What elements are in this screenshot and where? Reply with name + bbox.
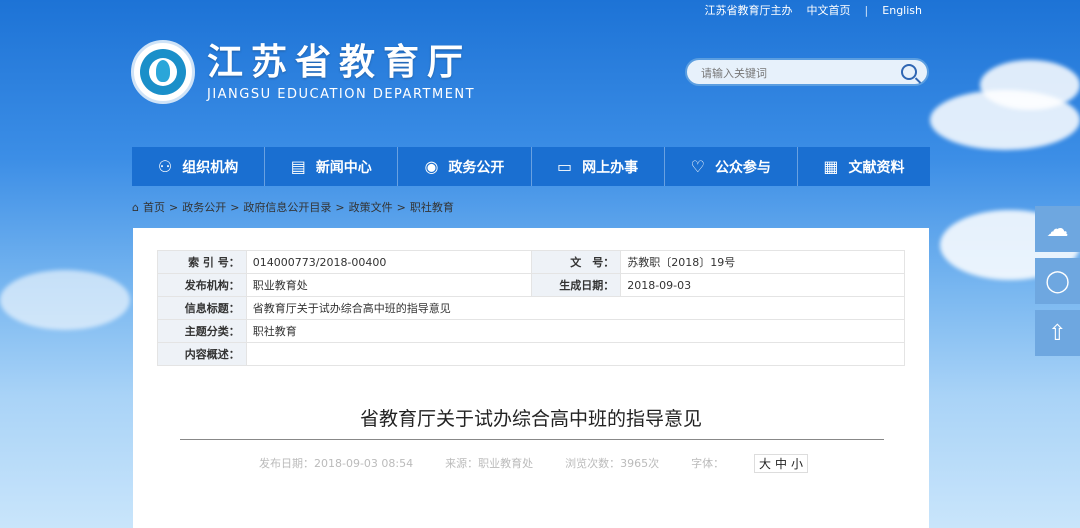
breadcrumb-home[interactable]: 首页 bbox=[143, 199, 165, 215]
nav-item-news[interactable]: ▤ 新闻中心 bbox=[265, 147, 399, 186]
heart-icon: ♡ bbox=[690, 157, 705, 176]
breadcrumb-item[interactable]: 政策文件 bbox=[349, 199, 393, 215]
title-value: 省教育厅关于试办综合高中班的指导意见 bbox=[245, 296, 906, 320]
weibo-button[interactable]: ☁ bbox=[1035, 206, 1080, 252]
index-label: 索 引 号： bbox=[157, 250, 247, 274]
doc-number-label: 文 号： bbox=[531, 250, 622, 274]
wechat-button[interactable]: ◯ bbox=[1035, 258, 1080, 304]
publish-date: 发布日期：2018-09-03 08:54 bbox=[259, 457, 414, 470]
breadcrumb-sep: > bbox=[230, 200, 240, 214]
nav-item-org[interactable]: ⚇ 组织机构 bbox=[132, 147, 266, 186]
wechat-icon: ◯ bbox=[1045, 268, 1070, 294]
cloud bbox=[980, 60, 1080, 110]
logo-title-cn: 江苏省教育厅 bbox=[207, 41, 472, 83]
summary-value bbox=[245, 342, 906, 366]
summary-label: 内容概述： bbox=[157, 342, 247, 366]
top-bar: 江苏省教育厅主办 中文首页 | English bbox=[705, 2, 922, 18]
home-icon: ⌂ bbox=[132, 200, 139, 214]
table-row: 内容概述： bbox=[157, 342, 906, 366]
breadcrumb-item[interactable]: 政务公开 bbox=[182, 199, 226, 215]
nav-label: 组织机构 bbox=[182, 159, 239, 176]
main-nav: ⚇ 组织机构 ▤ 新闻中心 ◉ 政务公开 ▭ 网上办事 ♡ 公众参与 ▦ 文献资… bbox=[132, 147, 930, 186]
lang-en-link[interactable]: English bbox=[882, 4, 922, 17]
article-source: 来源：职业教育处 bbox=[445, 457, 534, 470]
table-row: 索 引 号： 014000773/2018-00400 文 号： 苏教职〔201… bbox=[157, 250, 905, 274]
font-large-button[interactable]: 大 bbox=[759, 457, 771, 471]
title-divider bbox=[180, 439, 884, 440]
date-value: 2018-09-03 bbox=[620, 273, 905, 297]
lang-cn-link[interactable]: 中文首页 bbox=[807, 2, 851, 18]
search-input[interactable] bbox=[699, 63, 893, 83]
nav-label: 公众参与 bbox=[714, 159, 771, 176]
org-icon: ⚇ bbox=[157, 157, 173, 176]
category-label: 主题分类： bbox=[157, 319, 247, 343]
nav-label: 网上办事 bbox=[582, 159, 639, 176]
breadcrumb: ⌂ 首页 > 政务公开 > 政府信息公开目录 > 政策文件 > 职社教育 bbox=[132, 199, 454, 215]
arrow-up-icon: ⇧ bbox=[1048, 320, 1067, 346]
archive-icon: ▦ bbox=[823, 157, 839, 176]
nav-label: 新闻中心 bbox=[315, 159, 372, 176]
content-panel: 索 引 号： 014000773/2018-00400 文 号： 苏教职〔201… bbox=[133, 228, 929, 528]
weibo-icon: ☁ bbox=[1046, 216, 1069, 242]
font-size-switch: 大中小 bbox=[754, 454, 809, 473]
sponsor-text: 江苏省教育厅主办 bbox=[704, 4, 793, 17]
breadcrumb-sep: > bbox=[168, 200, 179, 214]
site-logo[interactable]: 江苏省教育厅 JIANGSU EDUCATION DEPARTMENT bbox=[131, 40, 475, 104]
breadcrumb-current: 职社教育 bbox=[409, 201, 454, 214]
nav-item-gov[interactable]: ◉ 政务公开 bbox=[398, 147, 532, 186]
table-row: 发布机构： 职业教育处 生成日期： 2018-09-03 bbox=[157, 273, 905, 297]
font-size-label: 字体： bbox=[691, 457, 725, 470]
article-info: 发布日期：2018-09-03 08:54 来源：职业教育处 浏览次数：3965… bbox=[259, 455, 724, 471]
online-icon: ▭ bbox=[557, 157, 573, 176]
logo-title-en: JIANGSU EDUCATION DEPARTMENT bbox=[207, 86, 476, 102]
category-value: 职社教育 bbox=[245, 319, 906, 343]
font-small-button[interactable]: 小 bbox=[791, 457, 803, 471]
view-count: 浏览次数：3965次 bbox=[565, 457, 660, 470]
separator: | bbox=[864, 3, 869, 17]
breadcrumb-sep: > bbox=[335, 200, 345, 214]
breadcrumb-sep: > bbox=[396, 200, 406, 214]
emblem-icon bbox=[131, 40, 195, 104]
nav-label: 文献资料 bbox=[848, 159, 905, 176]
news-icon: ▤ bbox=[290, 157, 306, 176]
cloud bbox=[0, 270, 130, 330]
org-value: 职业教育处 bbox=[245, 273, 533, 297]
nav-item-online[interactable]: ▭ 网上办事 bbox=[532, 147, 665, 186]
org-label: 发布机构： bbox=[157, 273, 247, 297]
search-icon[interactable] bbox=[901, 64, 917, 80]
search-box bbox=[685, 58, 929, 86]
back-to-top-button[interactable]: ⇧ bbox=[1035, 310, 1080, 356]
table-row: 主题分类： 职社教育 bbox=[157, 319, 906, 343]
nav-label: 政务公开 bbox=[448, 159, 505, 176]
metadata-table: 索 引 号： 014000773/2018-00400 文 号： 苏教职〔201… bbox=[157, 250, 906, 366]
table-row: 信息标题： 省教育厅关于试办综合高中班的指导意见 bbox=[157, 296, 906, 320]
doc-number-value: 苏教职〔2018〕19号 bbox=[620, 250, 905, 274]
date-label: 生成日期： bbox=[531, 273, 622, 297]
nav-item-public[interactable]: ♡ 公众参与 bbox=[665, 147, 798, 186]
article-title: 省教育厅关于试办综合高中班的指导意见 bbox=[359, 408, 702, 430]
nav-item-archive[interactable]: ▦ 文献资料 bbox=[798, 147, 930, 186]
index-value: 014000773/2018-00400 bbox=[245, 250, 533, 274]
breadcrumb-item[interactable]: 政府信息公开目录 bbox=[243, 199, 331, 215]
title-label: 信息标题： bbox=[157, 296, 247, 320]
font-medium-button[interactable]: 中 bbox=[775, 457, 787, 471]
gov-icon: ◉ bbox=[424, 157, 439, 176]
